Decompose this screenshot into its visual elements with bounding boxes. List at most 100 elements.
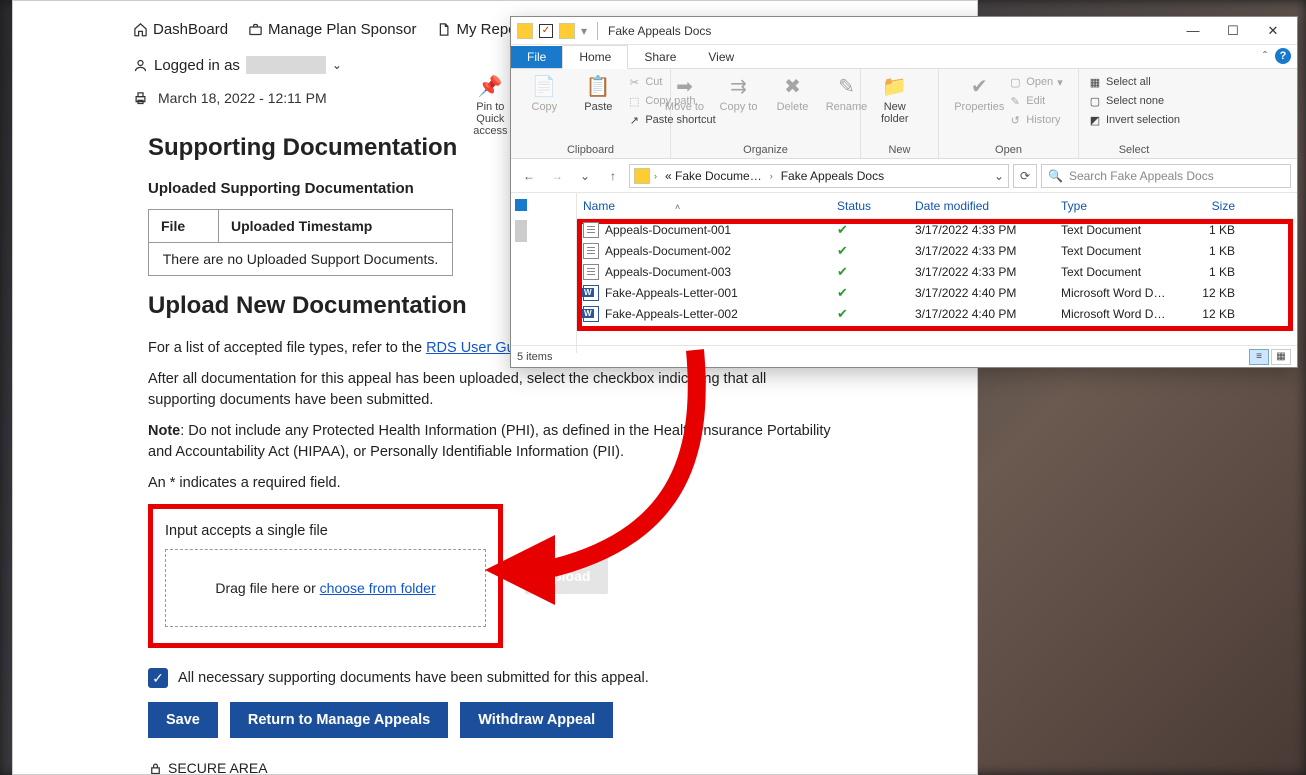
nav-dashboard-label: DashBoard: [153, 21, 228, 38]
file-type-icon: [583, 222, 599, 238]
save-button[interactable]: Save: [148, 702, 218, 738]
phi-note: Note: Do not include any Protected Healt…: [148, 421, 833, 463]
search-icon: 🔍: [1048, 169, 1063, 183]
col-date[interactable]: Date modified: [915, 199, 1061, 213]
back-button[interactable]: ←: [517, 164, 541, 188]
history-icon: ↺: [1008, 113, 1022, 127]
maximize-button[interactable]: ☐: [1213, 17, 1253, 45]
pin-quick-access[interactable]: 📌 Pin to Quick access: [465, 73, 515, 137]
col-name[interactable]: Name˄: [583, 199, 837, 213]
nav-row: ← → ⌄ ↑ › « Fake Docume… › Fake Appeals …: [511, 159, 1297, 193]
addr-dropdown-icon[interactable]: ⌄: [994, 169, 1004, 183]
select-all-button[interactable]: ▦Select all: [1088, 73, 1180, 91]
uploaded-docs-table: File Uploaded Timestamp There are no Upl…: [148, 209, 453, 276]
file-type: Text Document: [1061, 223, 1181, 237]
share-tab[interactable]: Share: [628, 46, 692, 68]
search-input[interactable]: 🔍 Search Fake Appeals Docs: [1041, 164, 1291, 188]
selectall-icon: ▦: [1088, 75, 1102, 89]
chevron-down-icon[interactable]: ⌄: [332, 58, 342, 72]
printer-icon[interactable]: [133, 91, 148, 106]
view-tab[interactable]: View: [692, 46, 750, 68]
copy-to-button[interactable]: ⇉Copy to: [714, 73, 764, 113]
choose-from-folder-link[interactable]: choose from folder: [320, 580, 436, 596]
file-date: 3/17/2022 4:40 PM: [915, 286, 1061, 300]
file-list: Name˄ Status Date modified Type Size App…: [577, 193, 1297, 353]
file-row[interactable]: Fake-Appeals-Letter-001✔3/17/2022 4:40 P…: [577, 282, 1297, 303]
home-tab[interactable]: Home: [562, 45, 628, 69]
user-icon: [133, 58, 148, 73]
folder-icon: [634, 168, 650, 184]
minimize-button[interactable]: —: [1173, 17, 1213, 45]
all-submitted-row: ✓ All necessary supporting documents hav…: [148, 668, 833, 688]
all-submitted-checkbox[interactable]: ✓: [148, 668, 168, 688]
new-folder-button[interactable]: 📁New folder: [870, 73, 920, 125]
icons-view-toggle[interactable]: ▦: [1271, 349, 1291, 365]
nav-manage-plan-sponsor[interactable]: Manage Plan Sponsor: [248, 21, 416, 38]
document-icon: [436, 22, 451, 37]
file-status-icon: ✔: [837, 285, 915, 301]
file-tab[interactable]: File: [511, 46, 562, 68]
path-icon: ⬚: [627, 94, 641, 108]
up-button[interactable]: ↑: [601, 164, 625, 188]
refresh-button[interactable]: ⟳: [1013, 164, 1037, 188]
secure-area: SECURE AREA: [148, 760, 833, 775]
edit-button[interactable]: ✎Edit: [1008, 92, 1062, 110]
col-size[interactable]: Size: [1181, 199, 1245, 213]
file-date: 3/17/2022 4:33 PM: [915, 223, 1061, 237]
file-type-icon: [583, 264, 599, 280]
properties-button[interactable]: ✔Properties: [954, 73, 1004, 113]
col-type[interactable]: Type: [1061, 199, 1181, 213]
window-title: Fake Appeals Docs: [608, 24, 711, 38]
delete-button[interactable]: ✖Delete: [768, 73, 818, 113]
invert-icon: ◩: [1088, 113, 1102, 127]
address-bar[interactable]: › « Fake Docume… › Fake Appeals Docs ⌄: [629, 164, 1009, 188]
file-name: Appeals-Document-002: [605, 244, 837, 258]
file-row[interactable]: Fake-Appeals-Letter-002✔3/17/2022 4:40 P…: [577, 303, 1297, 324]
paste-button[interactable]: 📋 Paste: [573, 73, 623, 113]
help-icon[interactable]: ?: [1275, 48, 1291, 64]
move-to-button[interactable]: ➡Move to: [660, 73, 710, 113]
col-status[interactable]: Status: [837, 199, 915, 213]
file-row[interactable]: Appeals-Document-003✔3/17/2022 4:33 PMTe…: [577, 261, 1297, 282]
qat-check-icon[interactable]: ✓: [539, 24, 553, 38]
details-view-toggle[interactable]: ≡: [1249, 349, 1269, 365]
col-file: File: [149, 210, 219, 243]
close-button[interactable]: ✕: [1253, 17, 1293, 45]
file-date: 3/17/2022 4:33 PM: [915, 244, 1061, 258]
sort-arrow-icon: ˄: [675, 202, 680, 212]
qat-dropdown-icon[interactable]: ▾: [581, 24, 587, 38]
copy-button[interactable]: 📄 Copy: [519, 73, 569, 113]
folder-icon: [517, 23, 533, 39]
file-type: Text Document: [1061, 244, 1181, 258]
selectnone-icon: ▢: [1088, 94, 1102, 108]
item-count: 5 items: [517, 351, 552, 363]
ribbon-collapse-icon[interactable]: ˆ: [1263, 49, 1267, 63]
select-none-button[interactable]: ▢Select none: [1088, 92, 1180, 110]
nav-pane[interactable]: [511, 193, 577, 353]
status-bar: 5 items ≡ ▦: [511, 345, 1297, 367]
return-button[interactable]: Return to Manage Appeals: [230, 702, 448, 738]
user-name-redacted: [246, 56, 326, 74]
forward-button[interactable]: →: [545, 164, 569, 188]
invert-selection-button[interactable]: ◩Invert selection: [1088, 111, 1180, 129]
open-group-label: Open: [995, 144, 1022, 156]
open-button[interactable]: ▢Open ▾: [1008, 73, 1062, 91]
file-dropzone[interactable]: Drag file here or choose from folder: [165, 549, 486, 627]
breadcrumb-1[interactable]: « Fake Docume…: [661, 167, 766, 185]
upload-button[interactable]: Upload: [525, 558, 608, 594]
file-row[interactable]: Appeals-Document-002✔3/17/2022 4:33 PMTe…: [577, 240, 1297, 261]
file-row[interactable]: Appeals-Document-001✔3/17/2022 4:33 PMTe…: [577, 219, 1297, 240]
briefcase-icon: [248, 22, 263, 37]
page-timestamp: March 18, 2022 - 12:11 PM: [158, 90, 327, 106]
organize-label: Organize: [743, 144, 788, 156]
folder-icon: [559, 23, 575, 39]
breadcrumb-2[interactable]: Fake Appeals Docs: [777, 167, 888, 185]
history-button[interactable]: ↺History: [1008, 111, 1062, 129]
home-icon: [133, 22, 148, 37]
withdraw-button[interactable]: Withdraw Appeal: [460, 702, 613, 738]
nav-dashboard[interactable]: DashBoard: [133, 21, 228, 38]
file-size: 1 KB: [1181, 265, 1245, 279]
rename-button[interactable]: ✎Rename: [822, 73, 872, 113]
recent-dropdown[interactable]: ⌄: [573, 164, 597, 188]
file-explorer-window: ✓ ▾ Fake Appeals Docs — ☐ ✕ File Home Sh…: [510, 16, 1298, 368]
